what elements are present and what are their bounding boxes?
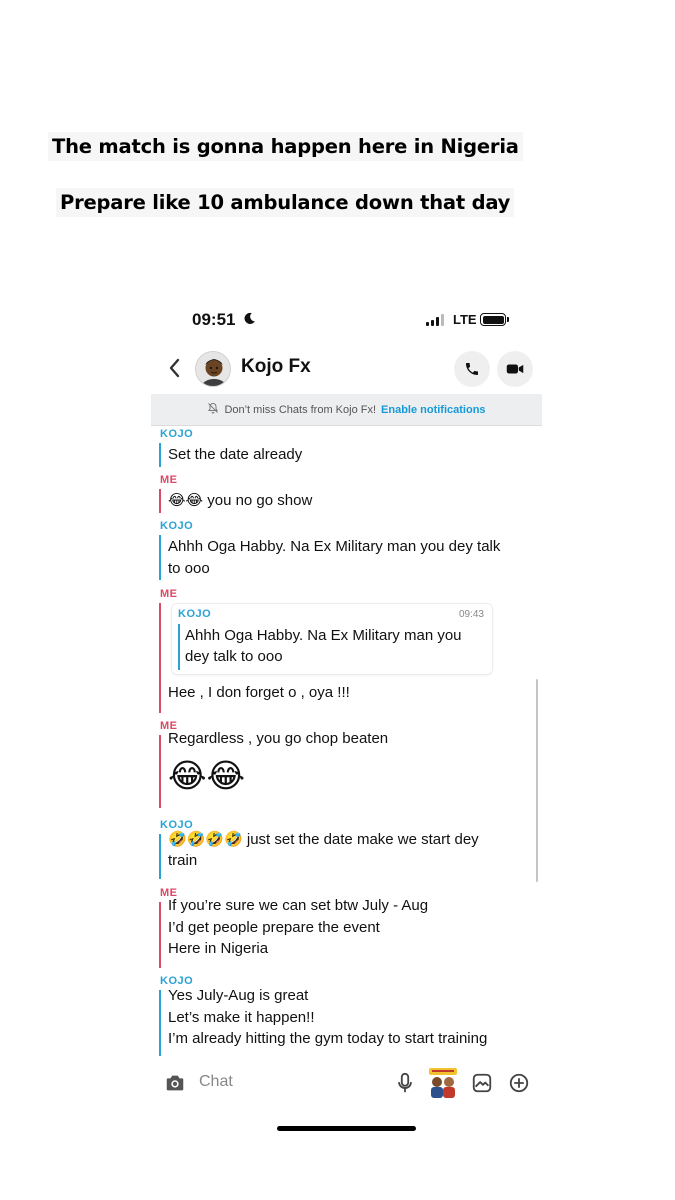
message-sender: KOJO [160,520,194,532]
big-emoji-message[interactable]: 😂😂 [168,756,245,796]
message-text[interactable]: 😂😂 you no go show [168,490,312,511]
message-bar [159,535,161,580]
message-text[interactable]: Regardless , you go chop beaten [168,728,388,749]
message-sender: ME [160,588,178,600]
quoted-timestamp: 09:43 [458,609,484,620]
bell-off-icon [207,402,219,417]
phone-icon [466,363,478,375]
status-bar: 09:51 LTE [151,292,542,344]
caption-line-1: The match is gonna happen here in Nigeri… [48,132,523,161]
message-text[interactable]: If you’re sure we can set btw July - Aug [168,895,428,916]
message-bar [159,990,161,1056]
message-bar [159,902,161,968]
message-bar [159,489,161,513]
home-indicator[interactable] [277,1126,416,1131]
enable-notifications-link[interactable]: Enable notifications [381,404,486,416]
message-text[interactable]: train [168,850,197,871]
message-text[interactable]: Here in Nigeria [168,938,268,959]
message-sender: KOJO [160,428,194,440]
message-bar [159,834,161,879]
message-bar [159,603,161,713]
avatar[interactable] [195,351,231,387]
signal-strength-icon [426,314,444,326]
message-text[interactable]: I’m already hitting the gym today to sta… [168,1028,487,1049]
video-call-button[interactable] [497,351,533,387]
network-type: LTE [453,312,477,327]
gallery-icon[interactable] [471,1072,493,1094]
moon-icon [243,312,256,328]
quoted-sender: KOJO [178,608,212,620]
chat-header: Kojo Fx [151,344,542,394]
contact-name[interactable]: Kojo Fx [241,356,311,378]
call-button[interactable] [454,351,490,387]
message-text[interactable]: I’d get people prepare the event [168,917,380,938]
message-bar [159,443,161,467]
notification-text: Don’t miss Chats from Kojo Fx! [224,403,377,416]
message-text[interactable]: to ooo [168,558,210,579]
scrollbar[interactable] [536,679,538,882]
quoted-text-line: dey talk to ooo [185,648,283,665]
message-text[interactable]: Let’s make it happen!! [168,1007,314,1028]
message-text[interactable]: Set the date already [168,444,302,465]
status-time: 09:51 [192,310,236,329]
caption-line-2: Prepare like 10 ambulance down that day [56,188,515,217]
microphone-icon[interactable] [396,1072,414,1094]
chevron-left-icon[interactable] [165,356,185,380]
message-bar [159,735,161,808]
video-camera-icon [506,364,524,374]
chat-screen: 09:51 LTE Kojo Fx Don’t miss Chats from … [151,292,542,1140]
battery-tip [507,317,509,322]
notification-banner: Don’t miss Chats from Kojo Fx! Enable no… [151,394,542,426]
message-text[interactable]: Ahhh Oga Habby. Na Ex Military man you d… [168,536,500,557]
quoted-message[interactable]: KOJO 09:43 Ahhh Oga Habby. Na Ex Militar… [171,603,493,675]
camera-icon[interactable] [164,1072,186,1094]
quoted-bar [178,624,180,670]
chat-composer: Chat [151,1064,542,1104]
chat-input[interactable]: Chat [199,1073,233,1091]
quoted-text-line: Ahhh Oga Habby. Na Ex Military man you [185,627,462,644]
bitmoji-sticker-icon[interactable] [428,1067,458,1099]
message-text[interactable]: Yes July-Aug is great [168,985,308,1006]
message-sender: ME [160,474,178,486]
message-text[interactable]: Hee , I don forget o , oya !!! [168,682,350,703]
battery-icon [480,313,506,326]
quoted-text: Ahhh Oga Habby. Na Ex Military man you d… [185,625,462,667]
plus-circle-icon[interactable] [508,1072,530,1094]
message-text[interactable]: 🤣🤣🤣🤣 just set the date make we start dey [168,829,479,850]
